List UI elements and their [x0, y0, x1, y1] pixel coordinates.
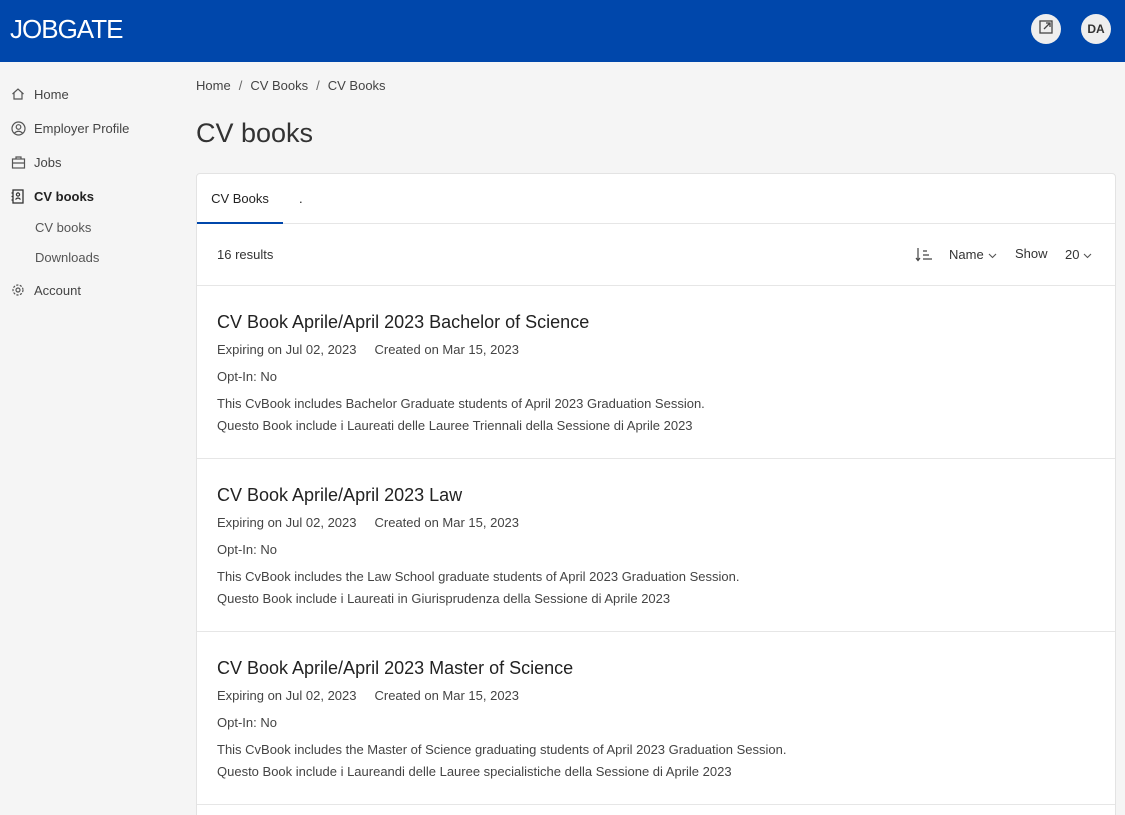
cv-book-title[interactable]: CV Book Aprile/April 2023 Bachelor of Sc…: [217, 312, 589, 333]
sidebar-item-label: Home: [34, 86, 69, 102]
cv-book-title[interactable]: CV Book Aprile/April 2023 Master of Scie…: [217, 658, 573, 679]
description-line: Questo Book include i Laureandi delle La…: [217, 764, 732, 779]
description-line: Questo Book include i Laureati delle Lau…: [217, 418, 693, 433]
page-size-value: 20: [1065, 247, 1080, 262]
opt-in-status: Opt-In: No: [217, 542, 277, 557]
external-link-icon: [1038, 19, 1054, 40]
breadcrumb: Home / CV Books / CV Books: [196, 78, 386, 93]
breadcrumb-current: CV Books: [327, 78, 386, 93]
cv-book-dates: Expiring on Jul 02, 2023 Created on Mar …: [217, 688, 519, 703]
sidebar-item-label: Employer Profile: [34, 120, 130, 136]
chevron-down-icon: [988, 247, 997, 262]
breadcrumb-separator: /: [238, 78, 243, 93]
list-item[interactable]: CV Book Aprile/April 2023 Master of Scie…: [197, 632, 1115, 805]
sidebar-subitem-cv-books[interactable]: CV books: [35, 219, 91, 237]
cv-book-dates: Expiring on Jul 02, 2023 Created on Mar …: [217, 515, 519, 530]
sidebar-item-label: CV books: [34, 188, 94, 204]
description-line: Questo Book include i Laureati in Giuris…: [217, 591, 671, 606]
created-date: Created on Mar 15, 2023: [374, 342, 520, 357]
show-label: Show: [1015, 246, 1048, 261]
chevron-down-icon: [1083, 247, 1092, 262]
breadcrumb-home[interactable]: Home: [196, 78, 231, 93]
expiring-date: Expiring on Jul 02, 2023: [217, 342, 357, 357]
list-item[interactable]: CV Book Aprile/April 2023 Bachelor of Sc…: [197, 286, 1115, 459]
brand-logo[interactable]: JOBGATE: [10, 14, 123, 44]
sort-by-value: Name: [949, 247, 984, 262]
sidebar: Home Employer Profile Jobs CV books CV b…: [0, 62, 180, 815]
sidebar-item-label: Account: [34, 282, 81, 298]
sidebar-item-jobs[interactable]: Jobs: [10, 152, 61, 172]
created-date: Created on Mar 15, 2023: [374, 515, 520, 530]
cv-books-panel: CV Books . 16 results Name Show 20 CV Bo…: [196, 173, 1116, 815]
tab-dot[interactable]: .: [299, 174, 303, 224]
sidebar-item-cv-books[interactable]: CV books: [10, 186, 94, 206]
home-icon: [10, 86, 26, 102]
avatar[interactable]: DA: [1081, 14, 1111, 44]
expiring-date: Expiring on Jul 02, 2023: [217, 515, 357, 530]
sort-by-select[interactable]: Name: [949, 247, 997, 262]
created-date: Created on Mar 15, 2023: [374, 688, 520, 703]
contact-book-icon: [10, 188, 26, 204]
results-toolbar: 16 results Name Show 20: [197, 224, 1115, 286]
results-count: 16 results: [217, 247, 274, 262]
opt-in-status: Opt-In: No: [217, 715, 277, 730]
sort-order-button[interactable]: [915, 246, 933, 264]
breadcrumb-cv-books[interactable]: CV Books: [250, 78, 308, 93]
page-size-select[interactable]: 20: [1065, 247, 1092, 262]
description-line: This CvBook includes the Law School grad…: [217, 569, 740, 584]
sidebar-subitem-downloads[interactable]: Downloads: [35, 249, 99, 267]
briefcase-icon: [10, 154, 26, 170]
opt-in-status: Opt-In: No: [217, 369, 277, 384]
breadcrumb-separator: /: [316, 78, 320, 93]
page-title: CV books: [196, 118, 314, 148]
description-line: This CvBook includes Bachelor Graduate s…: [217, 396, 705, 411]
cv-book-title[interactable]: CV Book Aprile/April 2023 Law: [217, 485, 462, 506]
top-bar: JOBGATE DA: [0, 0, 1125, 62]
gear-icon: [10, 282, 26, 298]
sort-ascending-icon: [915, 248, 933, 268]
expiring-date: Expiring on Jul 02, 2023: [217, 688, 357, 703]
tab-bar: CV Books .: [197, 174, 1115, 224]
sidebar-item-label: Jobs: [34, 154, 62, 170]
sidebar-item-account[interactable]: Account: [10, 280, 81, 300]
sidebar-item-employer-profile[interactable]: Employer Profile: [10, 118, 129, 138]
cv-book-dates: Expiring on Jul 02, 2023 Created on Mar …: [217, 342, 519, 357]
user-circle-icon: [10, 120, 26, 136]
sidebar-item-home[interactable]: Home: [10, 84, 69, 104]
tab-cv-books[interactable]: CV Books: [197, 174, 283, 224]
list-item[interactable]: CV Book Aprile/April 2023 Law Expiring o…: [197, 459, 1115, 632]
description-line: This CvBook includes the Master of Scien…: [217, 742, 787, 757]
external-link-button[interactable]: [1031, 14, 1061, 44]
